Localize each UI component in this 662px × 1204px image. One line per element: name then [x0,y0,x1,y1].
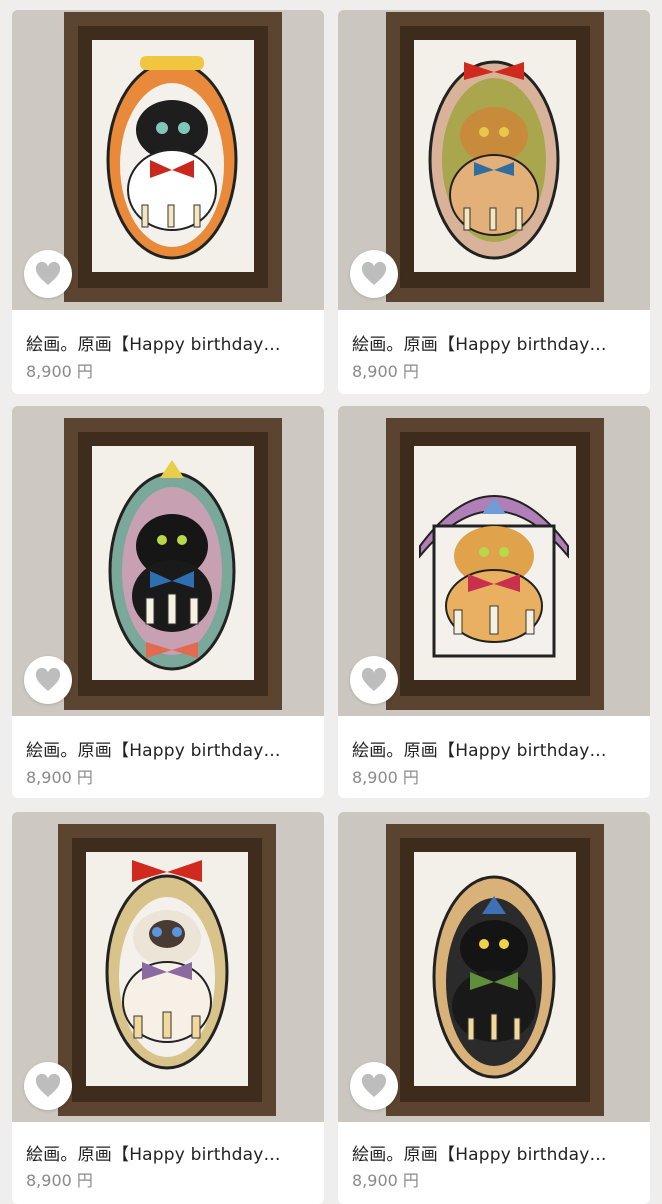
listing-card[interactable]: 絵画。原画【Happy birthday… 8,900 円 [338,812,650,1204]
listing-grid: 絵画。原画【Happy birthday… 8,900 円 絵画。原画【Happ… [0,0,662,1204]
listing-card[interactable]: 絵画。原画【Happy birthday… 8,900 円 [12,812,324,1204]
favorite-button[interactable] [24,250,72,298]
listing-price: 8,900 円 [26,1171,93,1190]
heart-icon [35,1073,61,1097]
listing-price: 8,900 円 [352,1171,419,1190]
listing-title[interactable]: 絵画。原画【Happy birthday… [26,330,314,355]
favorite-button[interactable] [24,1062,72,1110]
favorite-button[interactable] [350,1062,398,1110]
listing-card[interactable]: 絵画。原画【Happy birthday… 8,900 円 [12,10,324,394]
heart-icon [361,261,387,285]
listing-title[interactable]: 絵画。原画【Happy birthday… [352,1140,640,1165]
heart-icon [361,1073,387,1097]
listing-card[interactable]: 絵画。原画【Happy birthday… 8,900 円 [338,10,650,394]
favorite-button[interactable] [24,656,72,704]
listing-title[interactable]: 絵画。原画【Happy birthday… [26,736,314,761]
listing-price: 8,900 円 [26,768,93,787]
favorite-button[interactable] [350,250,398,298]
favorite-button[interactable] [350,656,398,704]
listing-price: 8,900 円 [352,768,419,787]
heart-icon [35,261,61,285]
listing-card[interactable]: 絵画。原画【Happy birthday… 8,900 円 [338,406,650,798]
heart-icon [361,667,387,691]
listing-title[interactable]: 絵画。原画【Happy birthday… [352,736,640,761]
listing-title[interactable]: 絵画。原画【Happy birthday… [26,1140,314,1165]
listing-title[interactable]: 絵画。原画【Happy birthday… [352,330,640,355]
listing-price: 8,900 円 [26,362,93,381]
listing-price: 8,900 円 [352,362,419,381]
heart-icon [35,667,61,691]
listing-card[interactable]: 絵画。原画【Happy birthday… 8,900 円 [12,406,324,798]
